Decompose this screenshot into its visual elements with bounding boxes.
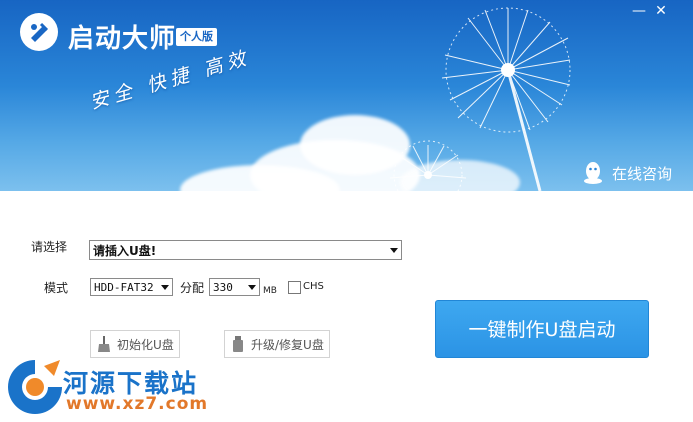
banner: 启动大师 个人版 安全 快捷 高效 — ✕ 在线咨询	[0, 0, 693, 191]
init-usb-button[interactable]: 初始化U盘	[90, 330, 180, 358]
alloc-label: 分配	[180, 281, 205, 295]
chevron-down-icon	[390, 248, 398, 253]
app-title: 启动大师	[68, 24, 177, 54]
usb-device-select[interactable]: 请插入U盘!	[89, 240, 402, 260]
chs-label: CHS	[303, 281, 324, 292]
online-consult-button[interactable]: 在线咨询	[582, 160, 672, 186]
close-button[interactable]: ✕	[652, 2, 670, 20]
mode-value: HDD-FAT32	[94, 281, 154, 294]
minimize-button[interactable]: —	[630, 2, 648, 20]
init-usb-label: 初始化U盘	[117, 337, 174, 352]
upgrade-repair-usb-label: 升级/修复U盘	[251, 337, 324, 352]
one-click-make-boot-usb-button[interactable]: 一键制作U盘启动	[435, 300, 649, 358]
usb-device-value: 请插入U盘!	[93, 244, 157, 258]
alloc-unit: MB	[263, 286, 277, 296]
select-label: 请选择	[31, 240, 68, 254]
alloc-size-select[interactable]: 330	[209, 278, 260, 296]
watermark-url: www.xz7.com	[66, 394, 209, 414]
broom-icon	[98, 336, 110, 352]
upgrade-repair-usb-button[interactable]: 升级/修复U盘	[224, 330, 330, 358]
mode-select[interactable]: HDD-FAT32	[90, 278, 173, 296]
usb-drive-icon	[233, 336, 243, 352]
alloc-size-value: 330	[213, 281, 233, 294]
chs-checkbox[interactable]	[288, 281, 301, 294]
qq-penguin-icon	[584, 162, 602, 184]
chevron-down-icon	[161, 285, 169, 290]
mode-label: 模式	[44, 281, 69, 295]
app-logo-icon	[20, 13, 58, 51]
chevron-down-icon	[248, 285, 256, 290]
edition-badge: 个人版	[176, 28, 217, 46]
small-dandelion-illustration	[389, 140, 467, 191]
watermark-logo-icon	[8, 360, 62, 414]
online-consult-label: 在线咨询	[612, 164, 673, 183]
